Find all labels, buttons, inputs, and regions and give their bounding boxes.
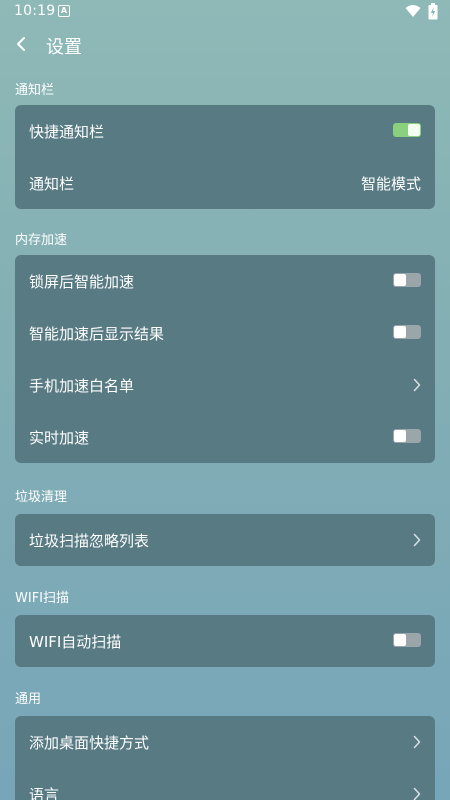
- row-language[interactable]: 语言: [15, 768, 435, 800]
- card-junk: 垃圾扫描忽略列表: [15, 514, 435, 566]
- row-wifi-auto[interactable]: WIFI自动扫描: [15, 615, 435, 667]
- row-label: 锁屏后智能加速: [29, 272, 135, 291]
- row-realtime-accel[interactable]: 实时加速: [15, 411, 435, 463]
- section-title-general: 通用: [15, 692, 42, 707]
- row-label: WIFI自动扫描: [29, 632, 122, 651]
- lock-accel-toggle[interactable]: [393, 273, 421, 287]
- row-label: 手机加速白名单: [29, 376, 135, 395]
- row-label: 添加桌面快捷方式: [29, 733, 150, 752]
- accel-result-toggle[interactable]: [393, 325, 421, 339]
- section-title-notify: 通知栏: [15, 83, 55, 98]
- section-title-junk: 垃圾清理: [15, 490, 68, 505]
- card-memory: 锁屏后智能加速 智能加速后显示结果 手机加速白名单 实时加速: [15, 255, 435, 463]
- wifi-icon: [405, 5, 421, 17]
- battery-icon: [428, 3, 438, 20]
- notify-mode-value: 智能模式: [360, 174, 421, 193]
- row-label: 实时加速: [29, 428, 90, 447]
- row-junk-ignore[interactable]: 垃圾扫描忽略列表: [15, 514, 435, 566]
- card-general: 添加桌面快捷方式 语言: [15, 716, 435, 800]
- section-title-wifi: WIFI扫描: [15, 591, 69, 606]
- header: 设置: [0, 28, 450, 62]
- row-label: 快捷通知栏: [29, 122, 105, 141]
- chevron-right-icon: [413, 735, 421, 749]
- row-lock-accel[interactable]: 锁屏后智能加速: [15, 255, 435, 307]
- chevron-right-icon: [413, 378, 421, 392]
- row-notify-mode[interactable]: 通知栏 智能模式: [15, 157, 435, 209]
- quick-notify-toggle[interactable]: [393, 123, 421, 137]
- row-accel-result[interactable]: 智能加速后显示结果: [15, 307, 435, 359]
- status-time: 10:19: [14, 3, 56, 19]
- realtime-accel-toggle[interactable]: [393, 429, 421, 443]
- row-whitelist[interactable]: 手机加速白名单: [15, 359, 435, 411]
- chevron-right-icon: [413, 533, 421, 547]
- section-title-memory: 内存加速: [15, 233, 68, 248]
- row-label: 垃圾扫描忽略列表: [29, 531, 150, 550]
- row-desktop-shortcut[interactable]: 添加桌面快捷方式: [15, 716, 435, 768]
- row-label: 语言: [29, 785, 60, 800]
- card-wifi: WIFI自动扫描: [15, 615, 435, 667]
- status-bar: 10:19 A: [0, 0, 450, 24]
- row-label: 通知栏: [29, 174, 75, 193]
- row-label: 智能加速后显示结果: [29, 324, 165, 343]
- page-title: 设置: [46, 37, 82, 58]
- card-notify: 快捷通知栏 通知栏 智能模式: [15, 105, 435, 209]
- row-quick-notify[interactable]: 快捷通知栏: [15, 105, 435, 157]
- a-notification-icon: A: [58, 5, 70, 17]
- chevron-right-icon: [413, 787, 421, 800]
- chevron-left-icon[interactable]: [14, 36, 28, 52]
- wifi-auto-toggle[interactable]: [393, 633, 421, 647]
